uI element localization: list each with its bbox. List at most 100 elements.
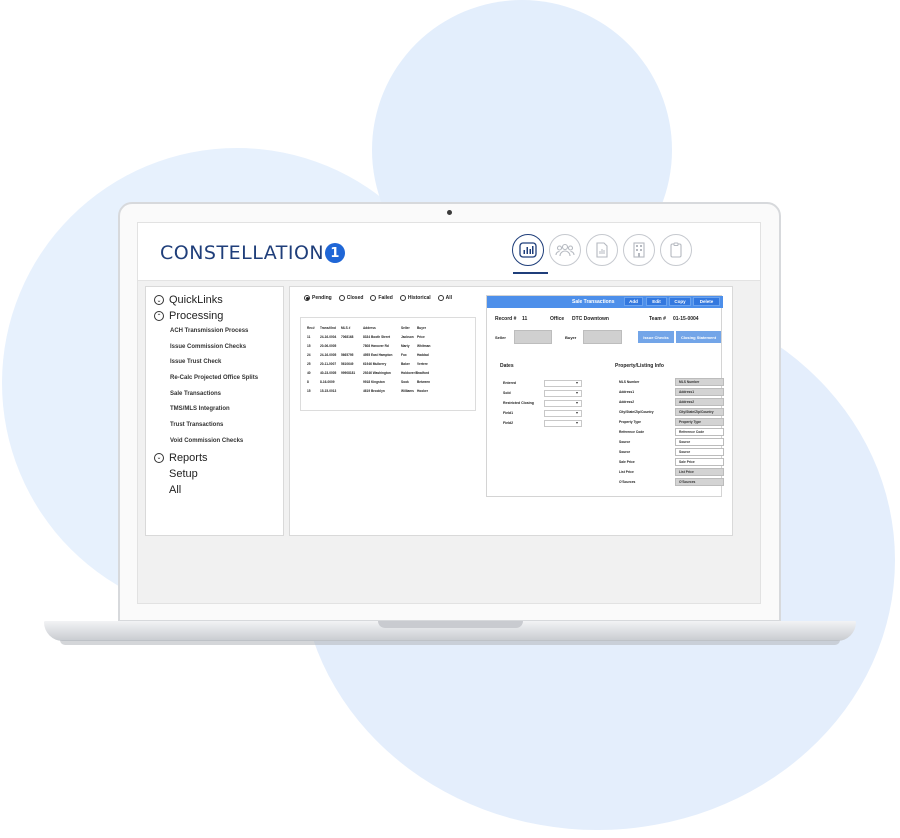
building-icon[interactable]	[623, 234, 655, 266]
cell: Hooker	[417, 388, 428, 393]
clipboard-icon[interactable]	[660, 234, 692, 266]
sidebar-section-setup[interactable]: Setup	[146, 466, 283, 482]
cell: 40-23-0005	[320, 370, 337, 375]
brand-logo[interactable]: CONSTELLATION 1	[160, 242, 346, 264]
property-value[interactable]: City/State/Zip/Country	[675, 408, 724, 416]
cell: Price	[417, 334, 425, 339]
app-screen: CONSTELLATION 1 ⌄ QuickLinks ⌃ Processin…	[137, 222, 761, 604]
property-row: MLS Number MLS Number	[619, 378, 724, 387]
property-value[interactable]: Source	[675, 448, 724, 456]
header-rec[interactable]: Rec#	[307, 326, 320, 330]
table-row[interactable]: 24 24-16-0005 5665795 4955 East Hampton Fox H…	[301, 350, 475, 359]
add-button[interactable]: Add	[624, 297, 643, 306]
cell: 8334 Booth Street	[363, 334, 391, 339]
table-row[interactable]: 8 8-16-0009 9918 Kingston Sook Between	[301, 377, 475, 386]
cell: Haddad	[417, 352, 429, 357]
property-value[interactable]: List Price	[675, 468, 724, 476]
delete-button[interactable]: Delete	[693, 297, 720, 306]
table-row[interactable]: 15 20-06-0005 7808 Hanover Rd Marty Whitman	[301, 341, 475, 350]
date-select[interactable]: ▾	[544, 420, 582, 427]
property-value[interactable]: MLS Number	[675, 378, 724, 386]
users-icon[interactable]	[549, 234, 581, 266]
buyer-label: Buyer	[565, 335, 577, 340]
property-row: Sale Price Sale Price	[619, 458, 724, 467]
issue-checks-button[interactable]: Issue Checks	[638, 331, 674, 343]
header-buyer[interactable]: Buyer	[417, 326, 437, 330]
logo-badge: 1	[325, 243, 346, 263]
filter-label: Closed	[346, 295, 364, 301]
table-row[interactable]: 11 24-16-0004 7068168 8334 Booth Street Jack…	[301, 332, 475, 341]
table-row[interactable]: 15 15-15-0013 4619 Brooklyn Williams Hooker	[301, 386, 475, 395]
active-nav-indicator	[513, 272, 548, 274]
sidebar-item-trust-transactions[interactable]: Trust Transactions	[146, 418, 283, 434]
sidebar-item-tms-mls[interactable]: TMS/MLS Integration	[146, 402, 283, 418]
filter-pending[interactable]: Pending	[304, 295, 332, 301]
property-value[interactable]: Source	[675, 438, 724, 446]
sidebar-section-all[interactable]: All	[146, 482, 283, 498]
copy-button[interactable]: Copy	[669, 297, 691, 306]
camera-icon	[447, 210, 452, 215]
header-seller[interactable]: Seller	[401, 326, 417, 330]
cell: 5665795	[341, 352, 354, 357]
filter-all[interactable]: All	[437, 295, 452, 301]
seller-label: Seller	[495, 335, 506, 340]
closing-statement-button[interactable]: Closing Statement	[676, 331, 721, 343]
sidebar-section-quicklinks[interactable]: ⌄ QuickLinks	[146, 292, 283, 308]
edit-button[interactable]: Edit	[646, 297, 667, 306]
section-label: QuickLinks	[169, 294, 223, 306]
property-value[interactable]: Address1	[675, 388, 724, 396]
filter-failed[interactable]: Failed	[370, 295, 393, 301]
sidebar-item-recalc[interactable]: Re-Calc Projected Office Splits	[146, 371, 283, 387]
document-icon[interactable]	[586, 234, 618, 266]
sidebar-section-processing[interactable]: ⌃ Processing	[146, 308, 283, 324]
list-header: Rec# Trans#/Ind MLS # Address Seller Buy…	[301, 323, 475, 332]
bar-chart-icon[interactable]	[512, 234, 544, 266]
sidebar-section-reports[interactable]: ⌄ Reports	[146, 450, 283, 466]
header-address[interactable]: Address	[363, 326, 401, 330]
property-row: Address1 Address1	[619, 388, 724, 397]
date-row-restricted: Restricted Closing ▾	[503, 400, 603, 408]
cell: Between	[417, 379, 431, 384]
cell: 40	[307, 370, 311, 375]
property-row: Address2 Address2	[619, 398, 724, 407]
chevron-down-icon: ▾	[575, 410, 578, 415]
sidebar-item-issue-commission[interactable]: Issue Commission Checks	[146, 340, 283, 356]
property-value[interactable]: Address2	[675, 398, 724, 406]
date-label: Field1	[503, 411, 514, 415]
date-row-sold: Sold ▾	[503, 390, 603, 398]
property-row: O'Sources O'Sources	[619, 478, 724, 487]
property-value[interactable]: O'Sources	[675, 478, 724, 486]
chevron-down-icon: ▾	[575, 420, 578, 425]
cell: 5610649	[341, 361, 354, 366]
header-mls[interactable]: MLS #	[341, 326, 363, 330]
cell: Jackson	[401, 334, 414, 339]
header-trans[interactable]: Trans#/Ind	[320, 326, 341, 330]
date-select[interactable]: ▾	[544, 400, 582, 407]
transactions-list: Rec# Trans#/Ind MLS # Address Seller Buy…	[300, 317, 476, 411]
sidebar-item-issue-trust[interactable]: Issue Trust Check	[146, 355, 283, 371]
date-select[interactable]: ▾	[544, 410, 582, 417]
filter-label: Pending	[312, 295, 332, 301]
buyer-field[interactable]	[583, 330, 622, 344]
cell: Marty	[401, 343, 410, 348]
filter-closed[interactable]: Closed	[338, 295, 364, 301]
sidebar-item-void-commission[interactable]: Void Commission Checks	[146, 434, 283, 450]
cell: Williams	[401, 388, 414, 393]
sidebar-item-ach[interactable]: ACH Transmission Process	[146, 324, 283, 340]
seller-field[interactable]	[514, 330, 552, 344]
date-select[interactable]: ▾	[544, 380, 582, 387]
table-row[interactable]: 40 40-23-0005 99908181 29246 Washington Hold…	[301, 368, 475, 377]
detail-toolbar: Sale Transactions Add Edit Copy Delete	[487, 296, 723, 308]
chevron-down-icon: ⌄	[154, 295, 164, 305]
property-value[interactable]: Sale Price	[675, 458, 724, 466]
property-value[interactable]: Reference Code	[675, 428, 724, 436]
sidebar-item-sale-transactions[interactable]: Sale Transactions	[146, 387, 283, 403]
property-value[interactable]: Property Type	[675, 418, 724, 426]
filter-historical[interactable]: Historical	[399, 295, 431, 301]
chevron-down-icon: ▾	[575, 390, 578, 395]
app-header: CONSTELLATION 1	[138, 223, 760, 281]
table-row[interactable]: 25 20-11-0007 5610649 61946 Mulberry Baker Ve…	[301, 359, 475, 368]
property-label: Source	[619, 450, 631, 454]
date-select[interactable]: ▾	[544, 390, 582, 397]
cell: Whitman	[417, 343, 431, 348]
